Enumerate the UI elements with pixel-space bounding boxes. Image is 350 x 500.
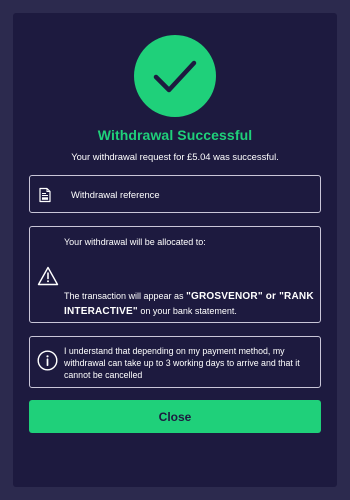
bank-statement-text: The transaction will appear as "GROSVENO… xyxy=(64,289,316,319)
checkmark-icon xyxy=(134,35,216,117)
withdrawal-reference-label: Withdrawal reference xyxy=(71,189,160,200)
statement-prefix: The transaction will appear as xyxy=(64,291,187,301)
statement-suffix: on your bank statement. xyxy=(137,306,237,316)
withdrawal-reference-box: Withdrawal reference xyxy=(29,175,321,213)
close-button[interactable]: Close xyxy=(29,400,321,433)
dialog-title: Withdrawal Successful xyxy=(97,127,253,143)
allocation-heading: Your withdrawal will be allocated to: xyxy=(64,237,206,247)
receipt-icon xyxy=(37,187,53,208)
info-icon xyxy=(37,350,58,376)
withdrawal-success-dialog: Withdrawal Successful Your withdrawal re… xyxy=(13,13,337,487)
processing-notice-box: I understand that depending on my paymen… xyxy=(29,336,321,388)
processing-notice-text: I understand that depending on my paymen… xyxy=(64,346,300,380)
warning-icon xyxy=(37,266,59,291)
allocation-info-box: Your withdrawal will be allocated to: Th… xyxy=(29,226,321,323)
dialog-subtitle: Your withdrawal request for £5.04 was su… xyxy=(71,151,279,162)
